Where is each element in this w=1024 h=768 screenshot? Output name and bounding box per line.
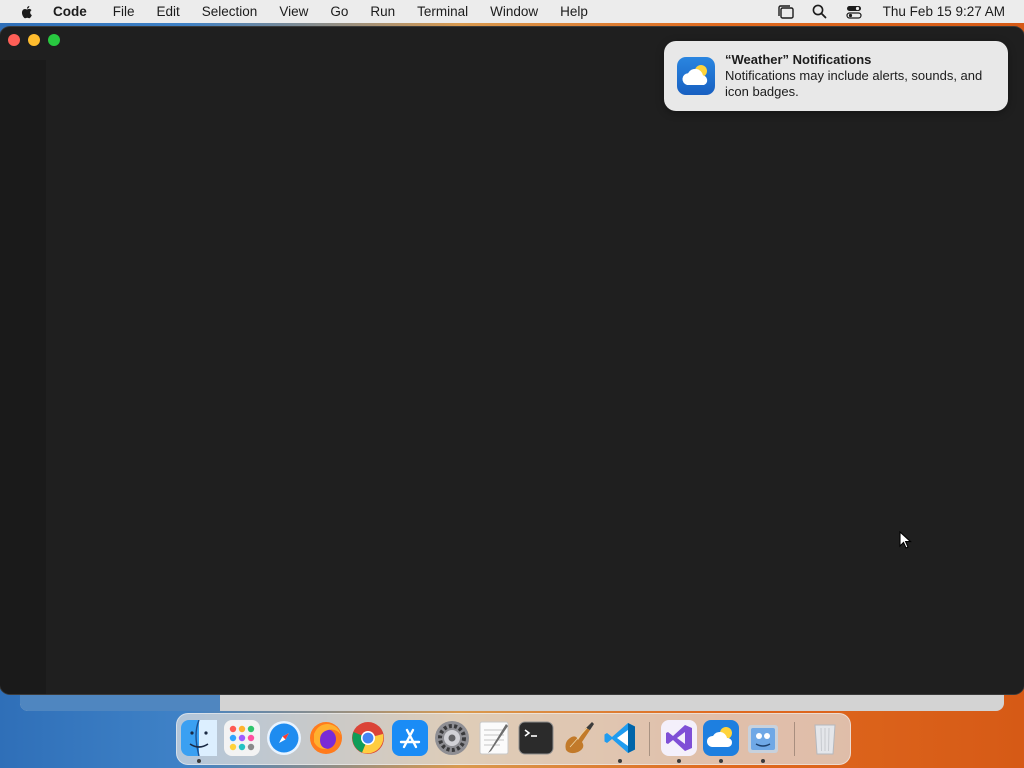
terminal-icon[interactable] (518, 720, 554, 756)
safari-icon[interactable] (266, 720, 302, 756)
menu-run[interactable]: Run (370, 4, 395, 19)
app-store-icon[interactable] (392, 720, 428, 756)
firefox-icon[interactable] (308, 720, 344, 756)
weather-running-indicator (719, 759, 723, 763)
spotlight-search-icon[interactable] (811, 4, 829, 20)
menu-window[interactable]: Window (490, 4, 538, 19)
weather-icon[interactable] (703, 720, 739, 756)
menu-file[interactable]: File (113, 4, 135, 19)
menu-go[interactable]: Go (330, 4, 348, 19)
menu-bar: Code File Edit Selection View Go Run Ter… (0, 0, 1024, 23)
dock-separator (794, 722, 795, 756)
maximize-button[interactable] (48, 34, 60, 46)
menu-help[interactable]: Help (560, 4, 588, 19)
weather-icon (677, 57, 715, 95)
menu-selection[interactable]: Selection (202, 4, 258, 19)
notification-title: “Weather” Notifications (725, 52, 872, 67)
settings-icon[interactable] (434, 720, 470, 756)
menu-edit[interactable]: Edit (157, 4, 180, 19)
activity-bar[interactable] (0, 60, 46, 694)
notification-body: Notifications may include alerts, sounds… (725, 68, 983, 99)
weather-notification[interactable]: “Weather” Notifications Notifications ma… (664, 41, 1008, 111)
apple-menu-icon[interactable] (19, 4, 35, 20)
preview-running-indicator (761, 759, 765, 763)
editor-area[interactable] (46, 60, 1024, 694)
menu-terminal[interactable]: Terminal (417, 4, 468, 19)
control-center-icon[interactable] (845, 4, 863, 20)
visual-studio-running-indicator (677, 759, 681, 763)
instruments-icon[interactable] (560, 720, 596, 756)
dock-separator (649, 722, 650, 756)
mouse-cursor-icon (898, 530, 914, 551)
chrome-icon[interactable] (350, 720, 386, 756)
close-button[interactable] (8, 34, 20, 46)
textedit-icon[interactable] (476, 720, 512, 756)
finder-running-indicator (197, 759, 201, 763)
stage-manager-icon[interactable] (777, 4, 795, 20)
vscode-icon[interactable] (602, 720, 638, 756)
menu-view[interactable]: View (279, 4, 308, 19)
app-menu-code[interactable]: Code (53, 4, 87, 19)
menubar-clock[interactable]: Thu Feb 15 9:27 AM (883, 4, 1005, 19)
menubar-status-area: Thu Feb 15 9:27 AM (777, 0, 1024, 23)
dock (176, 713, 851, 765)
minimize-button[interactable] (28, 34, 40, 46)
vscode-window[interactable] (0, 27, 1024, 694)
finder-icon[interactable] (181, 719, 217, 757)
launchpad-icon[interactable] (224, 720, 260, 756)
preview-icon[interactable] (745, 720, 781, 756)
vscode-running-indicator (618, 759, 622, 763)
trash-icon[interactable] (807, 720, 843, 756)
visual-studio-icon[interactable] (661, 720, 697, 756)
